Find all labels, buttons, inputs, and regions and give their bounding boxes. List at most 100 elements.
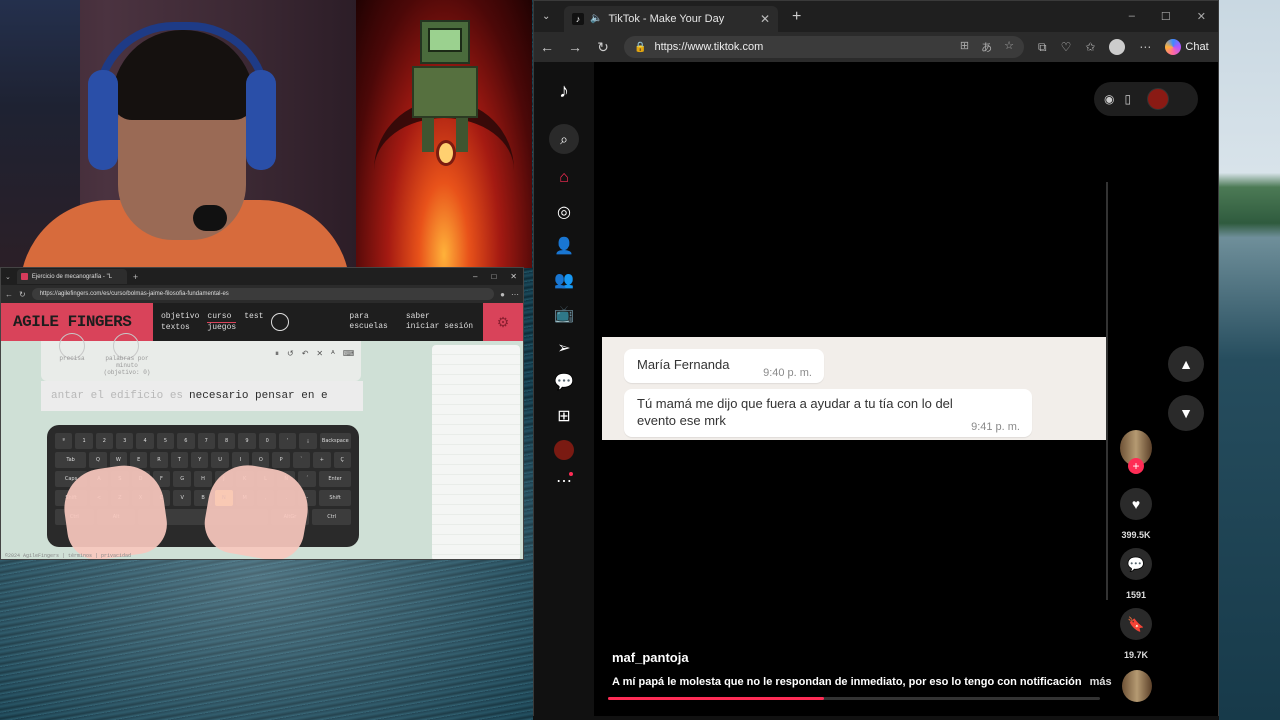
af-more-icon[interactable]: ⋯ <box>511 290 519 299</box>
upload-icon[interactable]: ⊞ <box>553 405 575 427</box>
agilefingers-favicon <box>20 273 28 280</box>
profile-avatar[interactable] <box>1109 39 1126 55</box>
comment-count: 1591 <box>1125 590 1147 600</box>
refresh-icon[interactable]: ↻ <box>596 39 610 56</box>
extensions-icon[interactable]: ⧉ <box>1038 40 1047 55</box>
af-secondary-menu: para saber escuelas iniciar sesión <box>349 312 473 332</box>
follow-plus-icon[interactable]: + <box>1128 458 1144 474</box>
favorites-icon[interactable]: ✩ <box>1085 40 1095 54</box>
tab-close-icon[interactable]: ✕ <box>760 12 770 26</box>
af-back-icon[interactable]: ← <box>5 290 13 299</box>
favorite-star-icon[interactable]: ☆ <box>1004 39 1014 55</box>
profile-avatar-sidebar[interactable] <box>554 440 574 460</box>
address-bar[interactable]: 🔒 https://www.tiktok.com ⊞ あ ☆ <box>624 36 1024 58</box>
app-available-icon[interactable]: ⊞ <box>960 39 969 55</box>
copilot-icon <box>1165 39 1182 55</box>
typing-text-box[interactable]: antar el edificio es necesario pensar en… <box>41 381 363 411</box>
following-icon[interactable]: 👤 <box>553 235 575 257</box>
back-icon[interactable]: ← <box>540 39 554 55</box>
af-menu-login[interactable]: iniciar sesión <box>406 322 473 332</box>
tiktok-page: ♪ ⌕ ⌂ ◎ 👤 👥 📺 ➢ 💬 ⊞ ⋯ ◉ ▯ María Fernanda… <box>534 62 1218 717</box>
keyboard-key: T <box>170 452 189 468</box>
heart-icon[interactable]: ♥ <box>1120 488 1152 520</box>
pause-icon[interactable]: ⏸ <box>275 349 279 359</box>
more-options-icon[interactable]: ⋯ <box>1139 40 1151 54</box>
af-menu-curso[interactable]: curso <box>207 312 237 323</box>
video-progress-bar[interactable] <box>608 697 1100 700</box>
font-size-icon[interactable]: ᴬ <box>331 349 335 359</box>
undo-icon[interactable]: ↶ <box>302 349 309 359</box>
af-menu-test[interactable]: test <box>244 312 263 323</box>
af-menu-saber[interactable]: saber <box>406 312 473 322</box>
mute-icon[interactable]: ✕ <box>316 349 323 359</box>
keyboard-icon[interactable]: ⌨ <box>343 349 355 359</box>
phone-icon[interactable]: ▯ <box>1124 92 1131 106</box>
af-maximize-button[interactable]: □ <box>491 272 496 281</box>
comment-icon[interactable]: 💬 <box>1120 548 1152 580</box>
keyboard-key: º <box>55 433 73 449</box>
compass-icon[interactable]: ◉ <box>1104 92 1114 106</box>
af-menu-escuelas[interactable]: escuelas <box>349 322 387 332</box>
af-close-button[interactable]: ✕ <box>510 272 517 281</box>
af-toolbar: ← ↻ https://agilefingers.com/es/curso/bo… <box>1 285 523 303</box>
browser-essentials-icon[interactable]: ♡ <box>1061 40 1072 54</box>
speaker-icon[interactable]: 🔈 <box>590 13 602 24</box>
caption-more-button[interactable]: más <box>1090 676 1112 688</box>
live-icon[interactable]: 📺 <box>553 303 575 325</box>
headset-band <box>94 22 270 102</box>
robot-eye <box>436 140 456 166</box>
minimize-button[interactable]: – <box>1129 10 1135 23</box>
music-disc-icon[interactable] <box>1122 670 1152 702</box>
tiktok-logo-icon[interactable]: ♪ <box>553 80 575 102</box>
af-tab[interactable]: Ejercicio de mecanografía - "L <box>16 269 127 284</box>
forward-icon[interactable]: → <box>568 39 582 55</box>
save-count: 19.7K <box>1123 650 1149 660</box>
headset-left <box>88 70 118 170</box>
window-controls: – ☐ ✕ <box>1129 10 1218 23</box>
previous-video-button[interactable]: ▲ <box>1168 346 1204 382</box>
af-tab-menu-icon[interactable]: ⌄ <box>5 273 11 281</box>
friends-icon[interactable]: 👥 <box>553 269 575 291</box>
keyboard-key: Shift <box>319 490 352 506</box>
video-username[interactable]: maf_pantoja <box>612 650 689 665</box>
award-icon[interactable] <box>271 313 290 331</box>
af-address-bar[interactable]: https://agilefingers.com/es/curso/bolmas… <box>31 288 495 300</box>
desktop: ⌄ Ejercicio de mecanografía - "L + – □ ✕… <box>0 0 1280 720</box>
restart-icon[interactable]: ↺ <box>287 349 294 359</box>
gear-icon[interactable]: ⚙ <box>483 303 523 341</box>
af-profile-icon[interactable]: ● <box>500 290 505 299</box>
af-main-menu: objetivo curso test textos juegos <box>153 312 263 333</box>
wallpaper-scenery <box>1218 0 1280 720</box>
edge-window: ⌄ ♪ 🔈 TikTok - Make Your Day ✕ + – ☐ ✕ ←… <box>533 0 1219 717</box>
keyboard-key: 3 <box>116 433 134 449</box>
af-menu-textos[interactable]: textos <box>161 323 199 333</box>
video-progress-fill <box>608 697 825 700</box>
chat-time-2: 9:41 p. m. <box>971 421 1020 433</box>
tab-tiktok[interactable]: ♪ 🔈 TikTok - Make Your Day ✕ <box>564 5 778 32</box>
af-menu-juegos[interactable]: juegos <box>207 323 236 333</box>
lock-icon[interactable]: 🔒 <box>634 42 646 53</box>
search-icon[interactable]: ⌕ <box>549 124 579 154</box>
user-avatar[interactable] <box>1147 88 1170 110</box>
af-minimize-button[interactable]: – <box>473 272 477 281</box>
home-icon[interactable]: ⌂ <box>553 167 575 189</box>
maximize-button[interactable]: ☐ <box>1161 10 1171 23</box>
translate-icon[interactable]: あ <box>981 39 992 55</box>
af-menu-para[interactable]: para <box>349 312 387 322</box>
af-reload-icon[interactable]: ↻ <box>19 290 26 299</box>
remaining-text: necesario pensar en e <box>189 390 328 402</box>
close-window-button[interactable]: ✕ <box>1197 10 1206 23</box>
virtual-keyboard: º 1 2 3 4 5 6 7 8 9 0 ' ¡ Backspace Tab Q W E R T Y U I O P ` + Ç Ca… <box>47 425 359 559</box>
tab-actions-icon[interactable]: ⌄ <box>542 11 564 22</box>
af-menu-objetivo[interactable]: objetivo <box>161 312 199 323</box>
explore-icon[interactable]: ◎ <box>553 201 575 223</box>
bookmark-icon[interactable]: 🔖 <box>1120 608 1152 640</box>
af-new-tab-button[interactable]: + <box>133 272 138 282</box>
activity-icon[interactable]: 💬 <box>553 371 575 393</box>
keyboard-key: Ç <box>333 452 351 468</box>
copilot-chat-button[interactable]: Chat <box>1165 39 1209 55</box>
messages-icon[interactable]: ➢ <box>553 337 575 359</box>
new-tab-button[interactable]: + <box>792 8 801 26</box>
chat-sender: María Fernanda <box>637 357 730 372</box>
next-video-button[interactable]: ▼ <box>1168 395 1204 431</box>
